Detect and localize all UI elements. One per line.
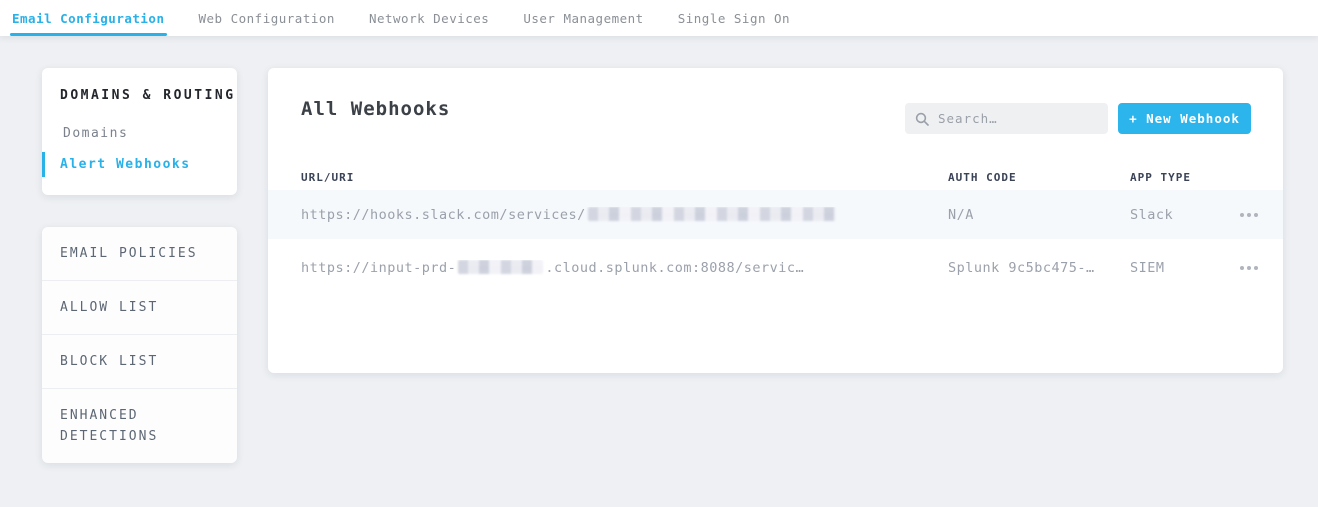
table-header-row: URL/URI AUTH CODE APP TYPE — [268, 164, 1283, 190]
webhook-url-prefix: https://input-prd- — [301, 260, 456, 276]
domains-routing-card: DOMAINS & ROUTING Domains Alert Webhooks — [42, 68, 237, 195]
tab-web-configuration[interactable]: Web Configuration — [197, 0, 337, 36]
sidebar-item-allow-list[interactable]: ALLOW LIST — [42, 281, 237, 335]
auth-code-cell: Splunk 9c5bc475-… — [948, 260, 1130, 276]
page: Email Configuration Web Configuration Ne… — [0, 0, 1318, 507]
page-title: All Webhooks — [301, 98, 450, 120]
app-type-cell: SIEM — [1130, 260, 1240, 276]
table-row-splunk-webhook[interactable]: https://input-prd- .cloud.splunk.com:8088… — [268, 239, 1283, 297]
redacted-url-segment — [458, 260, 543, 274]
sidebar-item-block-list[interactable]: BLOCK LIST — [42, 335, 237, 389]
tab-network-devices[interactable]: Network Devices — [367, 0, 491, 36]
column-header-auth-code: AUTH CODE — [948, 171, 1130, 184]
domains-routing-heading: DOMAINS & ROUTING — [42, 88, 237, 103]
sidebar-item-enhanced-detections[interactable]: ENHANCED DETECTIONS — [42, 389, 237, 463]
sidebar-item-email-policies[interactable]: EMAIL POLICIES — [42, 227, 237, 281]
sidebar-item-domains[interactable]: Domains — [42, 121, 237, 146]
top-tab-bar: Email Configuration Web Configuration Ne… — [0, 0, 1318, 36]
row-actions-ellipsis-icon[interactable] — [1240, 260, 1266, 276]
column-header-url-uri: URL/URI — [301, 171, 948, 184]
search-input[interactable] — [938, 111, 1098, 126]
search-box[interactable] — [905, 103, 1108, 134]
column-header-app-type: APP TYPE — [1130, 171, 1240, 184]
webhooks-table: URL/URI AUTH CODE APP TYPE https://hooks… — [268, 164, 1283, 297]
sidebar-sections-card: EMAIL POLICIES ALLOW LIST BLOCK LIST ENH… — [42, 227, 237, 463]
row-actions-ellipsis-icon[interactable] — [1240, 207, 1266, 223]
table-row-slack-webhook[interactable]: https://hooks.slack.com/services/ N/A Sl… — [268, 190, 1283, 239]
webhook-url-prefix: https://hooks.slack.com/services/ — [301, 207, 586, 223]
sidebar-item-alert-webhooks[interactable]: Alert Webhooks — [42, 152, 237, 177]
redacted-url-segment — [588, 207, 836, 221]
webhook-url-cell: https://input-prd- .cloud.splunk.com:8088… — [301, 260, 948, 276]
webhook-url-suffix: .cloud.splunk.com:8088/servic… — [545, 260, 804, 276]
app-type-cell: Slack — [1130, 207, 1240, 223]
tab-single-sign-on[interactable]: Single Sign On — [676, 0, 792, 36]
webhook-url-cell: https://hooks.slack.com/services/ — [301, 207, 948, 223]
tab-user-management[interactable]: User Management — [521, 0, 645, 36]
all-webhooks-panel: All Webhooks + New Webhook URL/URI AUTH … — [268, 68, 1283, 373]
new-webhook-button[interactable]: + New Webhook — [1118, 103, 1251, 134]
search-icon — [915, 112, 929, 126]
auth-code-cell: N/A — [948, 207, 1130, 223]
tab-email-configuration[interactable]: Email Configuration — [10, 0, 167, 36]
